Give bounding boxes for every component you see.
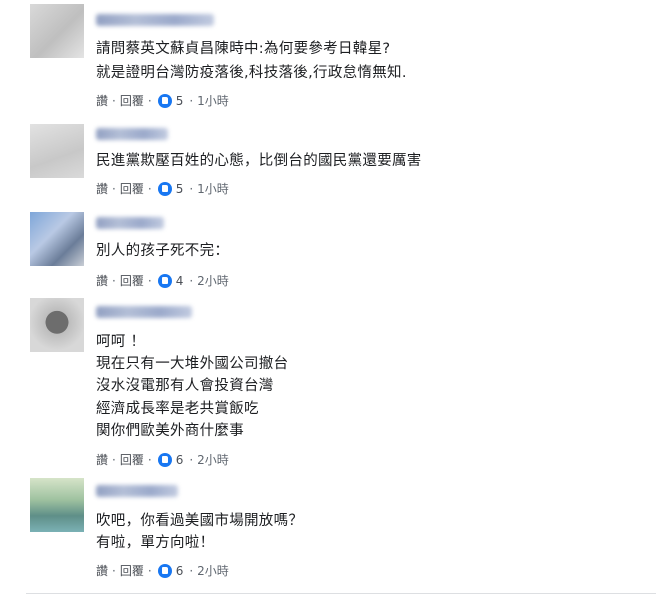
author-name-blurred[interactable] <box>96 128 168 140</box>
avatar[interactable] <box>30 298 84 352</box>
like-thumb-icon[interactable] <box>157 452 172 467</box>
separator: · <box>112 93 116 108</box>
separator: · <box>147 273 152 288</box>
like-link[interactable]: 讚 <box>96 562 108 579</box>
reply-link[interactable]: 回覆 <box>120 272 144 289</box>
timestamp[interactable]: 2小時 <box>197 562 229 579</box>
author-name-blurred[interactable] <box>96 14 214 26</box>
comment-text-line: 經濟成長率是老共賞飯吃 <box>96 401 259 417</box>
comment-text-line: 吹吧，你看過美國市場開放嗎？ <box>96 513 304 529</box>
timestamp[interactable]: 1小時 <box>197 92 229 109</box>
avatar[interactable] <box>30 478 84 532</box>
like-thumb-icon[interactable] <box>157 563 172 578</box>
timestamp[interactable]: 2小時 <box>197 272 229 289</box>
like-thumb-icon[interactable] <box>157 181 172 196</box>
comment-text-line: 呵呵 ！ <box>96 334 146 350</box>
author-name-blurred[interactable] <box>96 485 178 497</box>
like-link[interactable]: 讚 <box>96 180 108 197</box>
reply-link[interactable]: 回覆 <box>120 562 144 579</box>
comment-actions: 讚 · 回覆 · 4 · 2小時 <box>96 272 229 289</box>
separator: · <box>147 181 152 196</box>
like-thumb-icon[interactable] <box>157 93 172 108</box>
reply-link[interactable]: 回覆 <box>120 180 144 197</box>
timestamp[interactable]: 2小時 <box>197 451 229 468</box>
avatar[interactable] <box>30 4 84 58</box>
avatar[interactable] <box>30 124 84 178</box>
separator: · <box>112 181 116 196</box>
comment-text-line: 請問蔡英文蘇貞昌陳時中:為何要參考日韓星? <box>96 41 391 57</box>
author-name-blurred[interactable] <box>96 217 164 229</box>
separator: · <box>112 452 116 467</box>
separator: · <box>189 452 194 467</box>
avatar[interactable] <box>30 212 84 266</box>
separator: · <box>189 563 194 578</box>
comment-text-line: 民進黨欺壓百姓的心態，比倒台的國民黨還要厲害 <box>96 153 422 169</box>
separator: · <box>147 93 152 108</box>
comment-text-line: 現在只有一大堆外國公司撤台 <box>96 356 289 372</box>
comment-text-line: 就是證明台灣防疫落後,科技落後,行政怠惰無知. <box>96 65 407 81</box>
comment-actions: 讚 · 回覆 · 5 · 1小時 <box>96 180 229 197</box>
reply-link[interactable]: 回覆 <box>120 451 144 468</box>
comment-text-line: 有啦，單方向啦！ <box>96 535 215 551</box>
separator: · <box>112 563 116 578</box>
separator: · <box>189 273 194 288</box>
reaction-count[interactable]: 6 <box>176 564 184 578</box>
reaction-count[interactable]: 6 <box>176 453 184 467</box>
author-name-blurred[interactable] <box>96 306 192 318</box>
reaction-count[interactable]: 5 <box>176 94 184 108</box>
like-link[interactable]: 讚 <box>96 92 108 109</box>
like-thumb-icon[interactable] <box>157 273 172 288</box>
comment-actions: 讚 · 回覆 · 6 · 2小時 <box>96 562 229 579</box>
timestamp[interactable]: 1小時 <box>197 180 229 197</box>
reaction-count[interactable]: 4 <box>176 274 184 288</box>
like-link[interactable]: 讚 <box>96 272 108 289</box>
separator: · <box>189 93 194 108</box>
comment-text-line: 関你們歐美外商什麼事 <box>96 423 244 439</box>
comment-text-line: 沒水沒電那有人會投資台灣 <box>96 378 274 394</box>
separator: · <box>189 181 194 196</box>
comment-actions: 讚 · 回覆 · 6 · 2小時 <box>96 451 229 468</box>
like-link[interactable]: 讚 <box>96 451 108 468</box>
separator: · <box>147 563 152 578</box>
reaction-count[interactable]: 5 <box>176 182 184 196</box>
separator: · <box>112 273 116 288</box>
separator: · <box>147 452 152 467</box>
reply-link[interactable]: 回覆 <box>120 92 144 109</box>
comment-actions: 讚 · 回覆 · 5 · 1小時 <box>96 92 229 109</box>
comment-text-line: 別人的孩子死不完： <box>96 243 230 259</box>
